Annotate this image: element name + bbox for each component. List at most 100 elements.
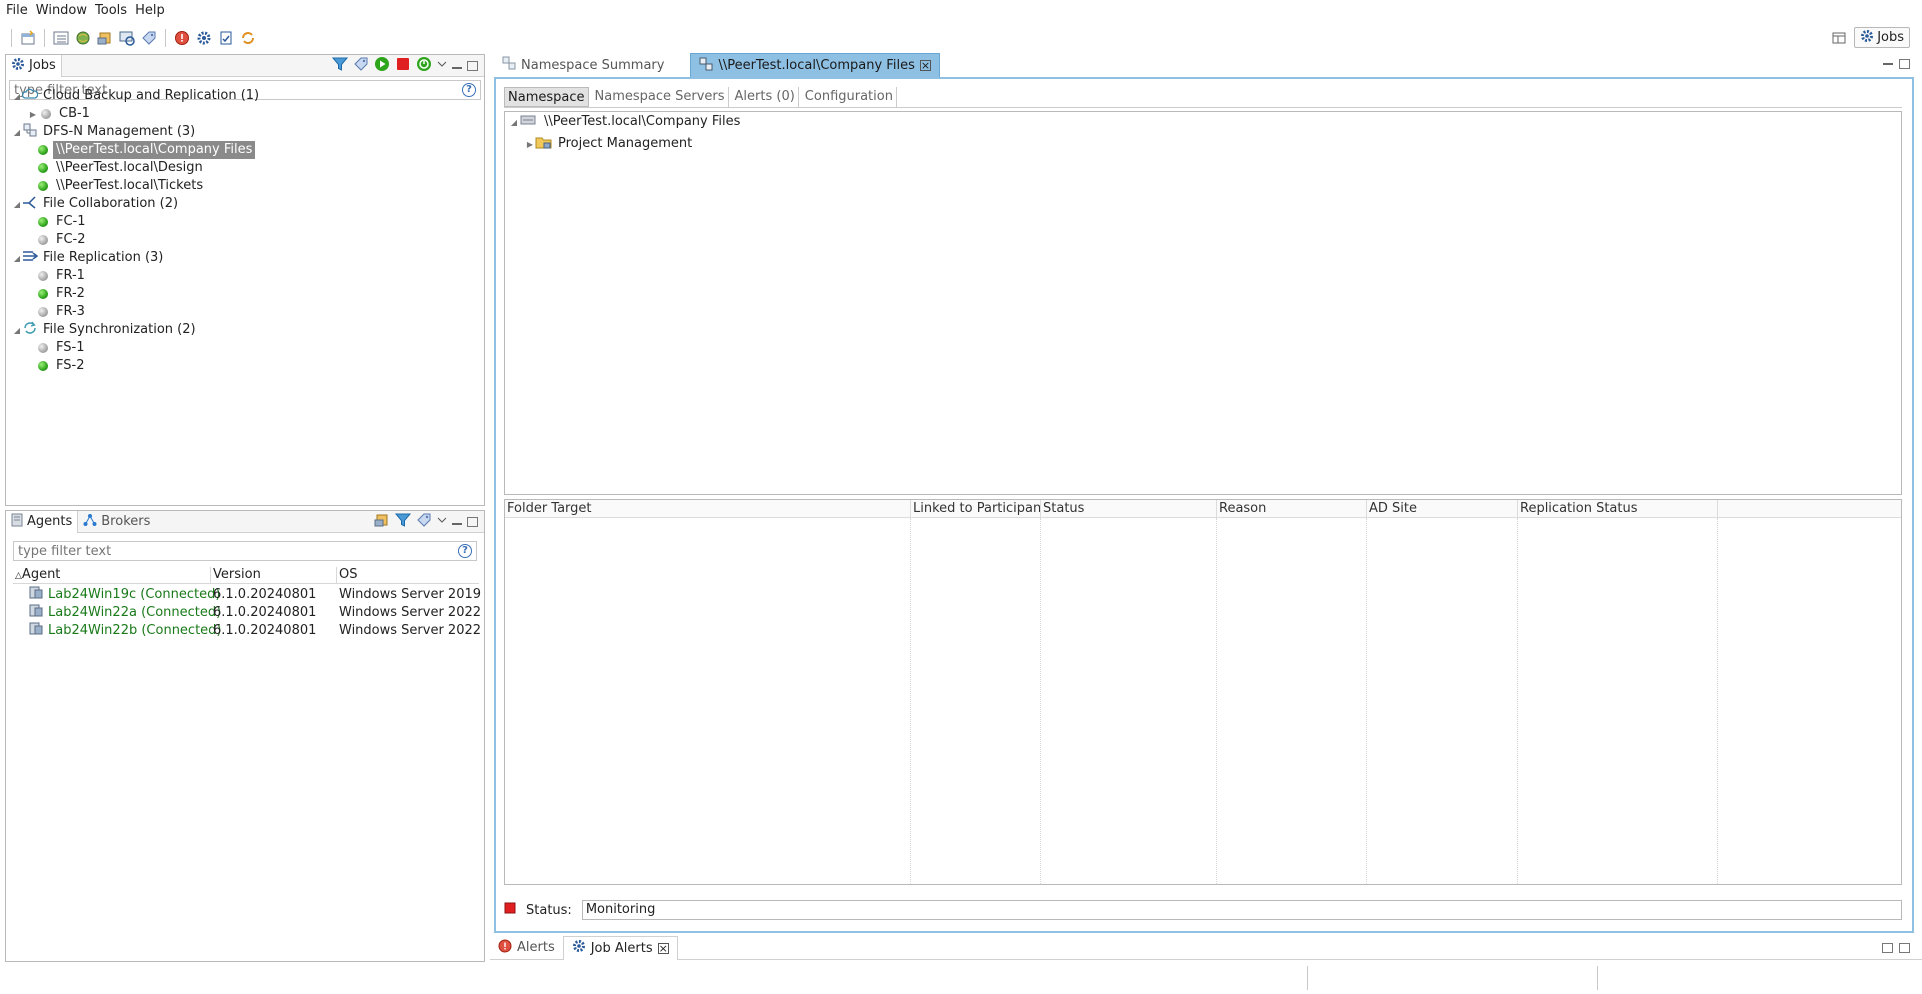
new-job-icon[interactable] [20, 30, 36, 46]
refresh-icon[interactable] [240, 30, 256, 46]
open-perspective-icon[interactable] [1831, 30, 1847, 46]
clipboard-check-icon[interactable] [218, 30, 234, 46]
tree-item-label: \\PeerTest.local\Tickets [56, 178, 204, 193]
maximize-icon[interactable] [467, 516, 478, 527]
stop-icon[interactable] [395, 56, 411, 76]
tab-jobs-label: Jobs [29, 58, 56, 73]
tab-agents-label: Agents [27, 514, 73, 529]
statusbar-separator [1307, 966, 1308, 990]
gear-icon[interactable] [196, 30, 212, 46]
expanded-chevron-icon[interactable]: ◢ [12, 254, 22, 263]
expanded-chevron-icon[interactable]: ◢ [12, 128, 22, 137]
tag-icon[interactable] [141, 30, 157, 46]
tab-alerts-view[interactable]: Alerts [490, 936, 563, 960]
tree-item-fs-1[interactable]: FS-1 [38, 338, 87, 358]
jobs-view-actions [331, 56, 484, 76]
column-os[interactable]: OS [337, 567, 479, 583]
menu-help[interactable]: Help [133, 0, 171, 22]
collapsed-chevron-icon[interactable]: ▶ [28, 110, 38, 119]
collapsed-chevron-icon[interactable]: ▶ [525, 140, 535, 149]
gear-icon [11, 57, 25, 75]
tab-company-files[interactable]: \\PeerTest.local\Company Files × [690, 53, 940, 77]
tag-icon[interactable] [353, 56, 369, 76]
menu-tools[interactable]: Tools [93, 0, 133, 22]
column-reason[interactable]: Reason [1217, 500, 1367, 517]
minimize-icon[interactable] [452, 522, 462, 525]
column-status[interactable]: Status [1041, 500, 1217, 517]
tree-group-dfs-n[interactable]: ◢ DFS-N Management (3) [12, 122, 198, 142]
expanded-chevron-icon[interactable]: ◢ [12, 200, 22, 209]
restore-icon[interactable] [1882, 942, 1893, 953]
tree-item-fr-2[interactable]: FR-2 [38, 284, 88, 304]
tree-item-fr-3[interactable]: FR-3 [38, 302, 88, 322]
namespace-folder-node[interactable]: ▶ Project Management [525, 134, 695, 154]
minimize-icon[interactable] [452, 66, 462, 69]
tree-group-cloud-backup[interactable]: ◢ Cloud Backup and Replication (1) [12, 86, 262, 106]
close-icon[interactable]: × [919, 60, 931, 71]
tree-item-fc-1[interactable]: FC-1 [38, 212, 89, 232]
view-menu-chevron-down-icon[interactable] [437, 514, 447, 529]
column-folder-target[interactable]: Folder Target [505, 500, 911, 517]
tab-namespace-summary[interactable]: Namespace Summary [494, 53, 672, 77]
dfs-icon [22, 122, 40, 142]
expanded-chevron-icon[interactable]: ◢ [12, 326, 22, 335]
column-agent[interactable]: △Agent [13, 567, 211, 583]
column-linked-to-participant[interactable]: Linked to Participant [911, 500, 1041, 517]
tree-item-tickets[interactable]: \\PeerTest.local\Tickets [38, 176, 206, 196]
column-version[interactable]: Version [211, 567, 337, 583]
tree-group-file-collaboration[interactable]: ◢ File Collaboration (2) [12, 194, 181, 214]
tree-item-company-files[interactable]: \\PeerTest.local\Company Files [38, 140, 256, 160]
jobs-perspective-button[interactable]: Jobs [1854, 27, 1910, 48]
help-icon[interactable]: ? [458, 544, 472, 558]
filter-icon[interactable] [331, 56, 349, 76]
maximize-icon[interactable] [467, 60, 478, 71]
tab-configuration[interactable]: Configuration [802, 87, 897, 107]
run-scheduled-icon[interactable] [416, 56, 432, 76]
agent-icon[interactable] [374, 512, 390, 532]
tab-namespace-servers[interactable]: Namespace Servers [592, 87, 729, 107]
tree-group-file-synchronization[interactable]: ◢ File Synchronization (2) [12, 320, 199, 340]
tab-agents[interactable]: Agents [6, 510, 79, 533]
tree-item-design[interactable]: \\PeerTest.local\Design [38, 158, 206, 178]
tag-icon[interactable] [416, 512, 432, 532]
tree-group-file-replication[interactable]: ◢ File Replication (3) [12, 248, 166, 268]
tab-jobs[interactable]: Jobs [6, 54, 62, 77]
close-icon[interactable]: × [657, 942, 669, 954]
tab-alerts[interactable]: Alerts (0) [732, 87, 799, 107]
brokers-network-icon [83, 513, 97, 531]
view-menu-chevron-down-icon[interactable] [437, 58, 447, 73]
menu-file[interactable]: File [4, 0, 34, 22]
monitor-icon[interactable] [119, 30, 135, 46]
expanded-chevron-icon[interactable]: ◢ [12, 92, 22, 101]
expanded-chevron-icon[interactable]: ◢ [509, 118, 519, 127]
column-ad-site[interactable]: AD Site [1367, 500, 1518, 517]
namespace-root-node[interactable]: ◢ \\PeerTest.local\Company Files [509, 112, 743, 132]
maximize-icon[interactable] [1899, 59, 1910, 69]
tab-brokers[interactable]: Brokers [78, 511, 155, 533]
column-replication-status[interactable]: Replication Status [1518, 500, 1718, 517]
tab-brokers-label: Brokers [101, 514, 151, 529]
dfs-icon [699, 57, 713, 75]
agents-filter-input[interactable] [18, 543, 427, 559]
tab-namespace[interactable]: Namespace [504, 87, 589, 107]
tree-item-fs-2[interactable]: FS-2 [38, 356, 87, 376]
maximize-icon[interactable] [1899, 942, 1910, 953]
tree-item-fr-1[interactable]: FR-1 [38, 266, 88, 286]
tree-item-label: FS-1 [56, 340, 85, 355]
grid-column-divider [1366, 518, 1367, 884]
globe-icon[interactable] [75, 30, 91, 46]
table-row[interactable]: Lab24Win22b (Connected) 6.1.0.20240801 W… [28, 620, 481, 640]
alert-icon[interactable] [174, 30, 190, 46]
agent-icon[interactable] [97, 30, 113, 46]
filter-icon[interactable] [394, 512, 412, 532]
tree-item-cb-1[interactable]: ▶ CB-1 [28, 104, 93, 124]
menu-window[interactable]: Window [34, 0, 93, 22]
minimize-icon[interactable] [1883, 63, 1893, 65]
tab-job-alerts[interactable]: Job Alerts × [562, 935, 678, 960]
start-icon[interactable] [374, 56, 390, 76]
table-row[interactable]: Lab24Win19c (Connected) 6.1.0.20240801 W… [28, 584, 481, 604]
table-row[interactable]: Lab24Win22a (Connected) 6.1.0.20240801 W… [28, 602, 481, 622]
tree-item-fc-2[interactable]: FC-2 [38, 230, 89, 250]
list-view-icon[interactable] [53, 30, 69, 46]
help-icon[interactable]: ? [462, 83, 476, 97]
